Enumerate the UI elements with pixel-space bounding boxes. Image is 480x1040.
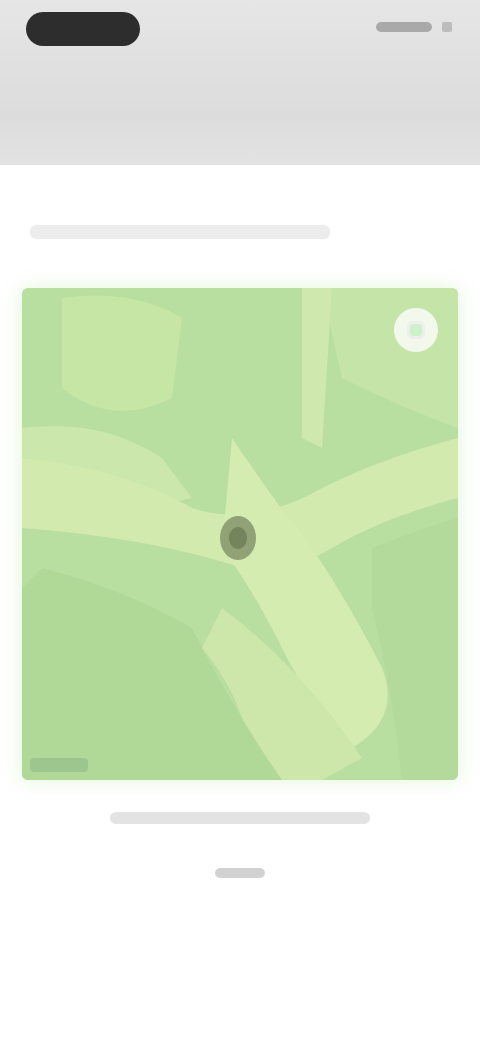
header-action-link[interactable] (376, 22, 452, 32)
top-header (0, 0, 480, 165)
brand-logo[interactable] (26, 12, 140, 46)
location-pin-icon[interactable] (220, 516, 256, 560)
done-button[interactable] (200, 858, 280, 888)
map-view[interactable] (22, 288, 458, 780)
done-button-label (215, 868, 265, 878)
map-attribution[interactable] (30, 758, 88, 772)
map-canvas[interactable] (22, 288, 458, 780)
map-area (62, 295, 182, 411)
section-title (30, 225, 330, 239)
chevron-right-icon (442, 22, 452, 32)
map-caption (110, 812, 370, 824)
recenter-icon (407, 321, 425, 339)
header-action-label (376, 22, 432, 32)
recenter-button[interactable] (394, 308, 438, 352)
